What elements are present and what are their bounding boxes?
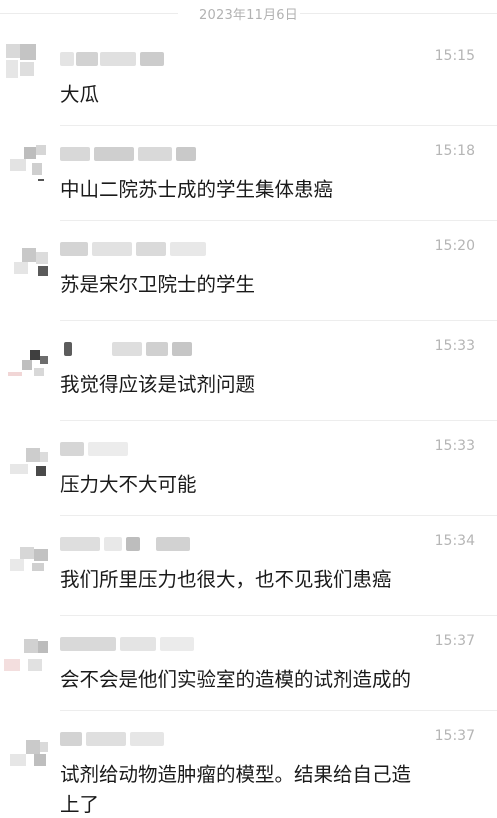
- message-time: 15:20: [434, 238, 475, 254]
- message-separator: [60, 125, 497, 126]
- avatar[interactable]: [4, 525, 50, 571]
- date-divider: 2023年11月6日: [0, 0, 497, 30]
- message-time: 15:15: [434, 48, 475, 64]
- avatar[interactable]: [4, 625, 50, 671]
- message-item[interactable]: 15:33 压力大不大可能: [0, 420, 497, 515]
- message-item[interactable]: 15:20 苏是宋尔卫院士的学生: [0, 220, 497, 320]
- message-text: 大瓜: [60, 83, 100, 106]
- avatar[interactable]: [4, 430, 50, 476]
- message-text: 我觉得应该是试剂问题: [60, 373, 256, 396]
- message-time: 15:37: [434, 633, 475, 649]
- message-time: 15:37: [434, 728, 475, 744]
- sender-name-blurred: [60, 637, 210, 653]
- message-separator: [60, 515, 497, 516]
- date-divider-label: 2023年11月6日: [199, 8, 298, 23]
- avatar[interactable]: [4, 230, 50, 276]
- message-text: 试剂给动物造肿瘤的模型。结果给自己造 上了: [60, 763, 412, 816]
- sender-name-blurred: [60, 52, 210, 68]
- message-time: 15:18: [434, 143, 475, 159]
- message-time: 15:33: [434, 438, 475, 454]
- avatar[interactable]: [4, 720, 50, 766]
- sender-name-blurred: [60, 442, 210, 458]
- message-item[interactable]: 15:34 我们所里压力也很大，也不见我们患癌: [0, 515, 497, 615]
- sender-name-blurred: [60, 342, 210, 358]
- sender-name-blurred: [60, 147, 210, 163]
- message-item[interactable]: 15:33 我觉得应该是试剂问题: [0, 320, 497, 420]
- message-separator: [60, 320, 497, 321]
- message-text: 压力大不大可能: [60, 473, 197, 496]
- message-separator: [60, 220, 497, 221]
- sender-name-blurred: [60, 732, 210, 748]
- sender-name-blurred: [60, 537, 210, 553]
- message-text: 中山二院苏士成的学生集体患癌: [60, 178, 334, 201]
- avatar[interactable]: [4, 40, 50, 86]
- avatar[interactable]: [4, 330, 50, 376]
- message-text: 苏是宋尔卫院士的学生: [60, 273, 256, 296]
- message-separator: [60, 420, 497, 421]
- message-separator: [60, 615, 497, 616]
- avatar[interactable]: [4, 135, 50, 181]
- message-time: 15:33: [434, 338, 475, 354]
- message-time: 15:34: [434, 533, 475, 549]
- message-text: 会不会是他们实验室的造模的试剂造成的: [60, 668, 412, 691]
- message-item[interactable]: 15:37 试剂给动物造肿瘤的模型。结果给自己造 上了: [0, 710, 497, 818]
- sender-name-blurred: [60, 242, 210, 258]
- message-item[interactable]: 15:15 大瓜: [0, 30, 497, 125]
- chat-history-screen: 2023年11月6日 15:15 大瓜 15:18 中山二院苏士成的学生集体患癌…: [0, 0, 497, 818]
- message-item[interactable]: 15:37 会不会是他们实验室的造模的试剂造成的: [0, 615, 497, 710]
- message-text: 我们所里压力也很大，也不见我们患癌: [60, 568, 392, 591]
- message-separator: [60, 710, 497, 711]
- message-item[interactable]: 15:18 中山二院苏士成的学生集体患癌: [0, 125, 497, 220]
